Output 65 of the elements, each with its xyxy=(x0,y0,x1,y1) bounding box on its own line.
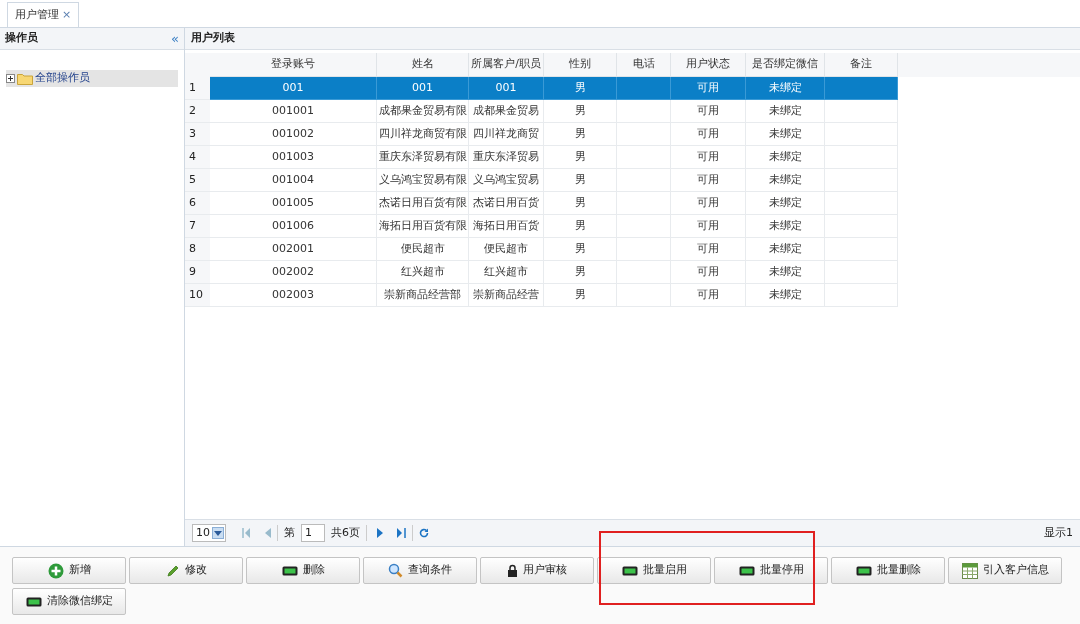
toolbar-button[interactable]: 批量启用 xyxy=(597,557,711,584)
table-cell: 可用 xyxy=(671,284,746,307)
toolbar-button[interactable]: 新增 xyxy=(12,557,126,584)
expand-icon[interactable] xyxy=(6,74,15,83)
table-row[interactable]: 001005 杰诺日用百货有限 杰诺日用百货 男 可用 未绑定 xyxy=(210,192,898,215)
table-row[interactable]: 002002 红兴超市 红兴超市 男 可用 未绑定 xyxy=(210,261,898,284)
table-row[interactable]: 001002 四川祥龙商贸有限 四川祥龙商贸 男 可用 未绑定 xyxy=(210,123,898,146)
table-row[interactable]: 001006 海拓日用百货有限 海拓日用百货 男 可用 未绑定 xyxy=(210,215,898,238)
row-number: 10 xyxy=(185,284,210,307)
row-number: 4 xyxy=(185,146,210,169)
table-cell: 崇新商品经营部 xyxy=(377,284,469,307)
table-row[interactable]: 002001 便民超市 便民超市 男 可用 未绑定 xyxy=(210,238,898,261)
row-number: 1 xyxy=(185,77,210,100)
table-cell: 未绑定 xyxy=(746,284,825,307)
refresh-icon[interactable] xyxy=(419,528,429,538)
bar-icon xyxy=(738,565,755,576)
table-row[interactable]: 001 001 001 男 可用 未绑定 xyxy=(210,77,898,100)
display-info: 显示1 xyxy=(1044,524,1073,541)
row-number: 7 xyxy=(185,215,210,238)
table-cell: 男 xyxy=(544,284,617,307)
row-number: 3 xyxy=(185,123,210,146)
panel-title: 用户列表 xyxy=(191,30,235,47)
lock-icon xyxy=(507,564,518,577)
table-row[interactable]: 001003 重庆东泽贸易有限 重庆东泽贸易 男 可用 未绑定 xyxy=(210,146,898,169)
table-cell: 崇新商品经营 xyxy=(469,284,544,307)
bar-icon xyxy=(281,565,298,576)
close-button[interactable]: × xyxy=(62,6,72,24)
row-number: 8 xyxy=(185,238,210,261)
row-number: 9 xyxy=(185,261,210,284)
row-number: 5 xyxy=(185,169,210,192)
search-icon xyxy=(388,563,403,578)
bar-icon xyxy=(25,596,42,607)
toolbar-button[interactable]: 查询条件 xyxy=(363,557,477,584)
toolbar-button[interactable]: 清除微信绑定 xyxy=(12,588,126,615)
page-label: 第 xyxy=(284,524,295,541)
tab-label: 用户管理 xyxy=(15,6,59,23)
table-row[interactable]: 001001 成都果金贸易有限 成都果金贸易 男 可用 未绑定 xyxy=(210,100,898,123)
toolbar-button[interactable]: 删除 xyxy=(246,557,360,584)
row-number: 2 xyxy=(185,100,210,123)
tree-item[interactable]: 全部操作员 xyxy=(6,70,178,87)
toolbar-button[interactable]: 批量停用 xyxy=(714,557,828,584)
last-page-icon[interactable] xyxy=(397,528,406,538)
table-cell: 002003 xyxy=(210,284,377,307)
collapse-button[interactable]: « xyxy=(171,28,179,49)
bar-icon xyxy=(855,565,872,576)
toolbar-button[interactable]: 修改 xyxy=(129,557,243,584)
table-row[interactable]: 002003 崇新商品经营部 崇新商品经营 男 可用 未绑定 xyxy=(210,284,898,307)
spreadsheet-icon xyxy=(961,562,978,579)
bar-icon xyxy=(621,565,638,576)
dropdown-icon xyxy=(214,530,222,536)
toolbar-button[interactable]: 引入客户信息 xyxy=(948,557,1062,584)
plus-icon xyxy=(47,562,64,579)
tab[interactable]: 用户管理 × xyxy=(7,2,80,27)
table-row[interactable]: 001004 义乌鸿宝贸易有限 义乌鸿宝贸易 男 可用 未绑定 xyxy=(210,169,898,192)
page-size-select[interactable]: 10 xyxy=(192,524,226,542)
toolbar-button[interactable]: 用户审核 xyxy=(480,557,594,584)
toolbar-button[interactable]: 批量删除 xyxy=(831,557,945,584)
folder-icon xyxy=(17,72,33,85)
page-total: 共6页 xyxy=(331,524,360,541)
panel-title: 操作员 xyxy=(5,30,38,47)
next-page-icon[interactable] xyxy=(377,528,383,538)
row-number: 6 xyxy=(185,192,210,215)
pencil-icon xyxy=(165,563,180,578)
page-input[interactable]: 1 xyxy=(301,524,325,542)
tree-label: 全部操作员 xyxy=(35,70,90,87)
